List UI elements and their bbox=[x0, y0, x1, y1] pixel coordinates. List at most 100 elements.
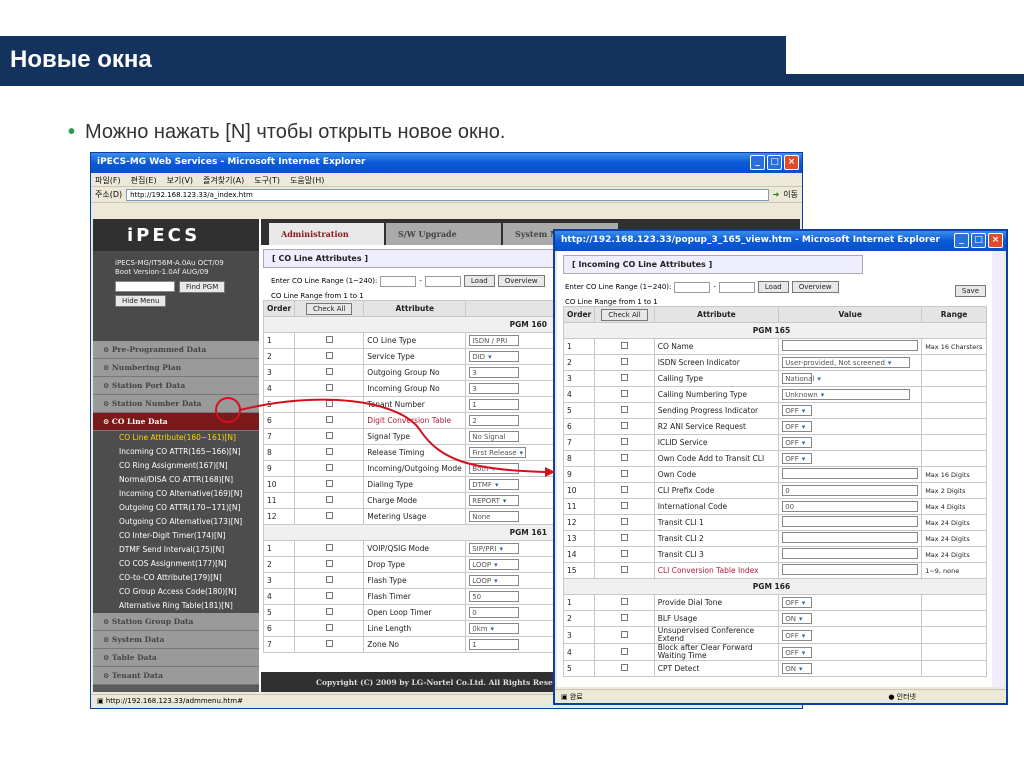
menu-item[interactable]: 편집(E) bbox=[131, 175, 157, 185]
go-arrow-icon[interactable]: ➔ bbox=[773, 190, 780, 199]
row-checkbox[interactable] bbox=[325, 432, 333, 439]
popup-load-button[interactable]: Load bbox=[757, 281, 789, 293]
row-checkbox[interactable] bbox=[325, 560, 333, 567]
row-value-field[interactable]: User-provided, Not screened bbox=[782, 357, 911, 368]
row-checkbox[interactable] bbox=[325, 352, 333, 359]
row-checkbox[interactable] bbox=[620, 438, 628, 445]
row-value-field[interactable]: OFF bbox=[782, 405, 813, 416]
range-from-input[interactable] bbox=[380, 275, 417, 287]
row-checkbox[interactable] bbox=[325, 464, 333, 471]
nav-subitem[interactable]: CO-to-CO Attribute(179)[N] bbox=[93, 571, 259, 585]
row-value-field[interactable]: 2 bbox=[469, 415, 520, 426]
nav-subitem[interactable]: CO Ring Assignment(167)[N] bbox=[93, 459, 259, 473]
row-value-field[interactable]: OFF bbox=[782, 421, 813, 432]
row-checkbox[interactable] bbox=[325, 384, 333, 391]
minimize-icon[interactable]: _ bbox=[954, 233, 969, 248]
row-checkbox[interactable] bbox=[620, 422, 628, 429]
row-checkbox[interactable] bbox=[325, 608, 333, 615]
row-value-field[interactable]: 0 bbox=[782, 485, 919, 496]
row-checkbox[interactable] bbox=[325, 368, 333, 375]
row-checkbox[interactable] bbox=[620, 342, 628, 349]
close-icon[interactable]: × bbox=[988, 233, 1003, 248]
row-checkbox[interactable] bbox=[325, 592, 333, 599]
row-checkbox[interactable] bbox=[620, 518, 628, 525]
find-pgm-button[interactable]: Find PGM bbox=[179, 281, 226, 293]
row-value-field[interactable]: DID bbox=[469, 351, 520, 362]
row-checkbox[interactable] bbox=[325, 496, 333, 503]
row-checkbox[interactable] bbox=[620, 598, 628, 605]
menu-item[interactable]: 즐겨찾기(A) bbox=[203, 175, 244, 185]
row-value-field[interactable] bbox=[782, 468, 919, 479]
address-input[interactable]: http://192.168.123.33/a_index.htm bbox=[126, 188, 769, 201]
row-value-field[interactable]: OFF bbox=[782, 597, 813, 608]
tab-sw-upgrade[interactable]: S/W Upgrade bbox=[386, 223, 501, 245]
row-checkbox[interactable] bbox=[325, 624, 333, 631]
load-button[interactable]: Load bbox=[463, 275, 495, 287]
row-checkbox[interactable] bbox=[620, 550, 628, 557]
row-checkbox[interactable] bbox=[325, 544, 333, 551]
popup-range-from-input[interactable] bbox=[674, 281, 711, 293]
row-value-field[interactable]: OFF bbox=[782, 453, 813, 464]
row-value-field[interactable]: ISDN / PRI bbox=[469, 335, 520, 346]
row-value-field[interactable]: 0km bbox=[469, 623, 520, 634]
range-to-input[interactable] bbox=[424, 275, 461, 287]
maximize-icon[interactable]: □ bbox=[971, 233, 986, 248]
row-checkbox[interactable] bbox=[620, 664, 628, 671]
nav-subitem[interactable]: DTMF Send Interval(175)[N] bbox=[93, 543, 259, 557]
row-checkbox[interactable] bbox=[620, 470, 628, 477]
row-value-field[interactable]: ON bbox=[782, 663, 813, 674]
nav-subitem[interactable]: Alternative Ring Table(181)[N] bbox=[93, 599, 259, 613]
row-checkbox[interactable] bbox=[325, 416, 333, 423]
row-checkbox[interactable] bbox=[620, 630, 628, 638]
row-checkbox[interactable] bbox=[325, 512, 333, 519]
row-checkbox[interactable] bbox=[620, 486, 628, 493]
row-checkbox[interactable] bbox=[620, 374, 628, 381]
row-value-field[interactable]: OFF bbox=[782, 437, 813, 448]
row-checkbox[interactable] bbox=[620, 406, 628, 413]
row-value-field[interactable]: 3 bbox=[469, 367, 520, 378]
row-value-field[interactable]: No Signal bbox=[469, 431, 520, 442]
find-pgm-input[interactable] bbox=[115, 281, 175, 292]
nav-section[interactable]: ⊙ CO Line Data bbox=[93, 413, 259, 431]
check-all-button[interactable]: Check All bbox=[306, 303, 353, 315]
row-checkbox[interactable] bbox=[620, 614, 628, 621]
menu-item[interactable]: 파일(F) bbox=[95, 175, 121, 185]
row-checkbox[interactable] bbox=[325, 576, 333, 583]
row-value-field[interactable]: ON bbox=[782, 613, 813, 624]
close-icon[interactable]: × bbox=[784, 155, 799, 170]
row-value-field[interactable] bbox=[782, 516, 919, 527]
row-checkbox[interactable] bbox=[620, 534, 628, 541]
hide-menu-button[interactable]: Hide Menu bbox=[115, 295, 167, 307]
row-checkbox[interactable] bbox=[325, 400, 333, 407]
row-value-field[interactable] bbox=[782, 340, 919, 351]
row-value-field[interactable]: National bbox=[782, 373, 814, 384]
popup-overview-button[interactable]: Overview bbox=[791, 281, 839, 293]
nav-section[interactable]: ⊙ Station Number Data bbox=[93, 395, 259, 413]
row-checkbox[interactable] bbox=[325, 448, 333, 455]
row-checkbox[interactable] bbox=[325, 480, 333, 487]
row-value-field[interactable]: None bbox=[469, 511, 520, 522]
nav-section[interactable]: ⊙ Station Port Data bbox=[93, 377, 259, 395]
row-checkbox[interactable] bbox=[620, 502, 628, 509]
row-value-field[interactable]: DTMF bbox=[469, 479, 520, 490]
popup-scrollbar[interactable] bbox=[992, 251, 1004, 687]
row-value-field[interactable] bbox=[782, 564, 919, 575]
row-checkbox[interactable] bbox=[620, 454, 628, 461]
nav-subitem[interactable]: Outgoing CO Alternative(173)[N] bbox=[93, 515, 259, 529]
row-value-field[interactable]: OFF bbox=[782, 646, 813, 658]
nav-subitem[interactable]: Incoming CO ATTR(165~166)[N] bbox=[93, 445, 259, 459]
row-checkbox[interactable] bbox=[325, 640, 333, 647]
nav-section[interactable]: ⊙ Table Data bbox=[93, 649, 259, 667]
row-checkbox[interactable] bbox=[620, 390, 628, 397]
row-checkbox[interactable] bbox=[620, 566, 628, 573]
row-checkbox[interactable] bbox=[620, 647, 628, 655]
menu-item[interactable]: 보기(V) bbox=[167, 175, 193, 185]
row-value-field[interactable]: OFF bbox=[782, 629, 813, 641]
popup-check-all-button[interactable]: Check All bbox=[601, 309, 648, 321]
nav-subitem[interactable]: CO Line Attribute(160~161)[N] bbox=[93, 431, 259, 445]
go-button[interactable]: 이동 bbox=[783, 189, 798, 200]
row-value-field[interactable]: LOOP bbox=[469, 575, 520, 586]
nav-subitem[interactable]: Outgoing CO ATTR(170~171)[N] bbox=[93, 501, 259, 515]
row-value-field[interactable] bbox=[782, 532, 919, 543]
nav-section[interactable]: ⊙ Station Group Data bbox=[93, 613, 259, 631]
